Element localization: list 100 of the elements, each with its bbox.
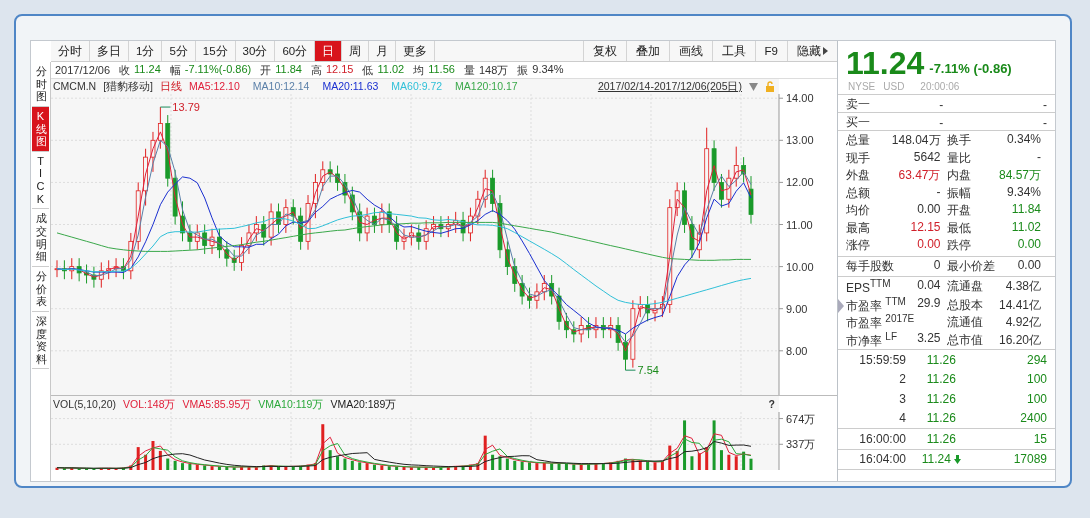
ma-value: MA60:9.72 [391, 81, 443, 92]
stat-label: 市盈率 $^{2017E}$ [846, 313, 915, 332]
axis-label: 8.00 [786, 344, 808, 357]
quote-value: 11.24 [134, 62, 161, 77]
trade-volume: 100 [1025, 372, 1047, 387]
stat-value: 11.84 [1011, 202, 1041, 219]
trade-time: 3 [898, 391, 906, 406]
stat-value: - [1037, 149, 1041, 166]
stat-label: 总市值 [946, 331, 983, 349]
quote-label: 幅 [169, 62, 181, 78]
ma-value: MA5:12.10 [189, 81, 240, 92]
stat-label: 每手股数 [846, 257, 894, 275]
quote-label: 量 [463, 62, 475, 78]
stat-value: - [936, 184, 941, 201]
axis-label: 10.00 [786, 260, 814, 273]
stat-label: 市盈率 $^{TTM}$ [846, 295, 906, 314]
trade-volume: 294 [1025, 352, 1047, 367]
trade-volume: 100 [1025, 391, 1047, 406]
stat-label: 内盘 [946, 167, 971, 185]
stat-label: 最低 [946, 219, 971, 237]
quote-label: 收 [119, 62, 131, 78]
quote-label: 振 [517, 62, 529, 78]
book-price: - [938, 97, 945, 112]
quote-value: -7.11%(-0.86) [184, 62, 252, 77]
stat-value: 29.9 [917, 295, 941, 312]
book-price: - [938, 115, 945, 130]
quote-date: 2017/12/06 [55, 64, 111, 76]
stat-label: 量比 [946, 149, 971, 167]
stat-value: 0.00 [1017, 257, 1041, 274]
stat-label: 涨停 [846, 237, 870, 255]
quote-value: 11.02 [377, 62, 405, 77]
exchange-label: NYSE [848, 81, 876, 92]
axis-label: 9.00 [786, 302, 808, 315]
trade-price: 11.26 [926, 352, 956, 367]
stat-value: 4.38亿 [1005, 278, 1041, 296]
quote-value: 11.56 [428, 62, 455, 77]
stat-value: 16.20亿 [998, 331, 1041, 349]
volume-indicator: VMA5:85.95万 [182, 398, 252, 410]
axis-label: 14.00 [786, 94, 814, 105]
stat-value: 0 [933, 257, 941, 274]
quote-label: 高 [310, 62, 322, 78]
ma-value: MA10:12.14 [252, 81, 310, 92]
trade-volume: 2400 [1019, 411, 1047, 426]
stat-label: 换手 [946, 132, 971, 150]
trade-price: 11.26 [926, 411, 956, 426]
trade-time: 2 [898, 372, 906, 387]
extreme-price-label: 7.54 [637, 364, 659, 377]
stat-label: 流通盘 [946, 278, 983, 296]
stat-label: 流通值 [946, 314, 983, 331]
stat-value: 0.00 [917, 237, 941, 254]
trade-price: 11.26 [926, 391, 956, 406]
volume-indicator: VMA10:119万 [258, 398, 324, 410]
trade-time: 16:00:00 [858, 431, 906, 446]
quote-value: 12.15 [325, 62, 354, 77]
stat-value: 0.00 [917, 202, 941, 219]
stat-value: 11.02 [1011, 219, 1041, 236]
stat-label: 市净率 $^{LF}$ [846, 330, 897, 350]
stat-label: 振幅 [946, 184, 971, 202]
ma-value: MA120:10.17 [455, 81, 518, 92]
stat-value: 0.00 [1017, 237, 1041, 254]
trade-volume: 15 [1032, 431, 1047, 446]
period-label: 日线 [160, 81, 182, 92]
stat-value: 4.92亿 [1005, 314, 1041, 331]
stat-label: 现手 [846, 149, 870, 167]
axis-label: 337万 [786, 438, 816, 451]
stat-label: 总股本 [946, 296, 983, 314]
stat-value: 5642 [913, 149, 941, 166]
ma-value: MA20:11.63 [322, 81, 379, 92]
trade-price: 11.26 [926, 431, 956, 446]
stat-label: 最高 [846, 219, 870, 237]
quote-label: 均 [413, 62, 425, 78]
symbol-label: CMCM.N [53, 81, 97, 92]
stat-label: 总量 [846, 132, 870, 150]
price-change: -7.11% (-0.86) [929, 61, 1012, 78]
stat-value: 3.25 [917, 330, 941, 347]
volume-title: VOL(5,10,20) [53, 398, 117, 410]
currency-label: USD [883, 81, 905, 92]
stat-label: 开盘 [946, 202, 971, 220]
trade-time: 4 [898, 411, 906, 426]
trade-price: 11.24 [921, 452, 951, 467]
stat-label: 均价 [846, 202, 870, 220]
extreme-price-label: 13.79 [172, 101, 200, 114]
volume-indicator: VMA20:189万 [330, 398, 397, 410]
trade-time: 15:59:59 [858, 352, 906, 367]
stat-value: 84.57万 [998, 167, 1041, 185]
stat-value: 0.34% [1006, 132, 1041, 149]
trade-time: 16:04:00 [858, 452, 906, 467]
book-volume: - [1042, 115, 1047, 130]
axis-label: 11.00 [786, 218, 813, 231]
last-price: 11.24 [846, 47, 925, 79]
stat-value: 63.47万 [898, 167, 941, 185]
quote-label: 低 [362, 62, 374, 78]
quote-value: 9.34% [532, 62, 564, 77]
book-label: 卖一 [846, 96, 871, 113]
axis-label: 13.00 [786, 134, 814, 147]
quote-value: 148万 [478, 62, 509, 78]
stat-label: EPS$^{TTM}$ [846, 278, 891, 296]
stat-label: 跌停 [946, 237, 971, 255]
stat-value: 0.04 [917, 278, 941, 295]
stat-value: 148.04万 [891, 132, 941, 150]
